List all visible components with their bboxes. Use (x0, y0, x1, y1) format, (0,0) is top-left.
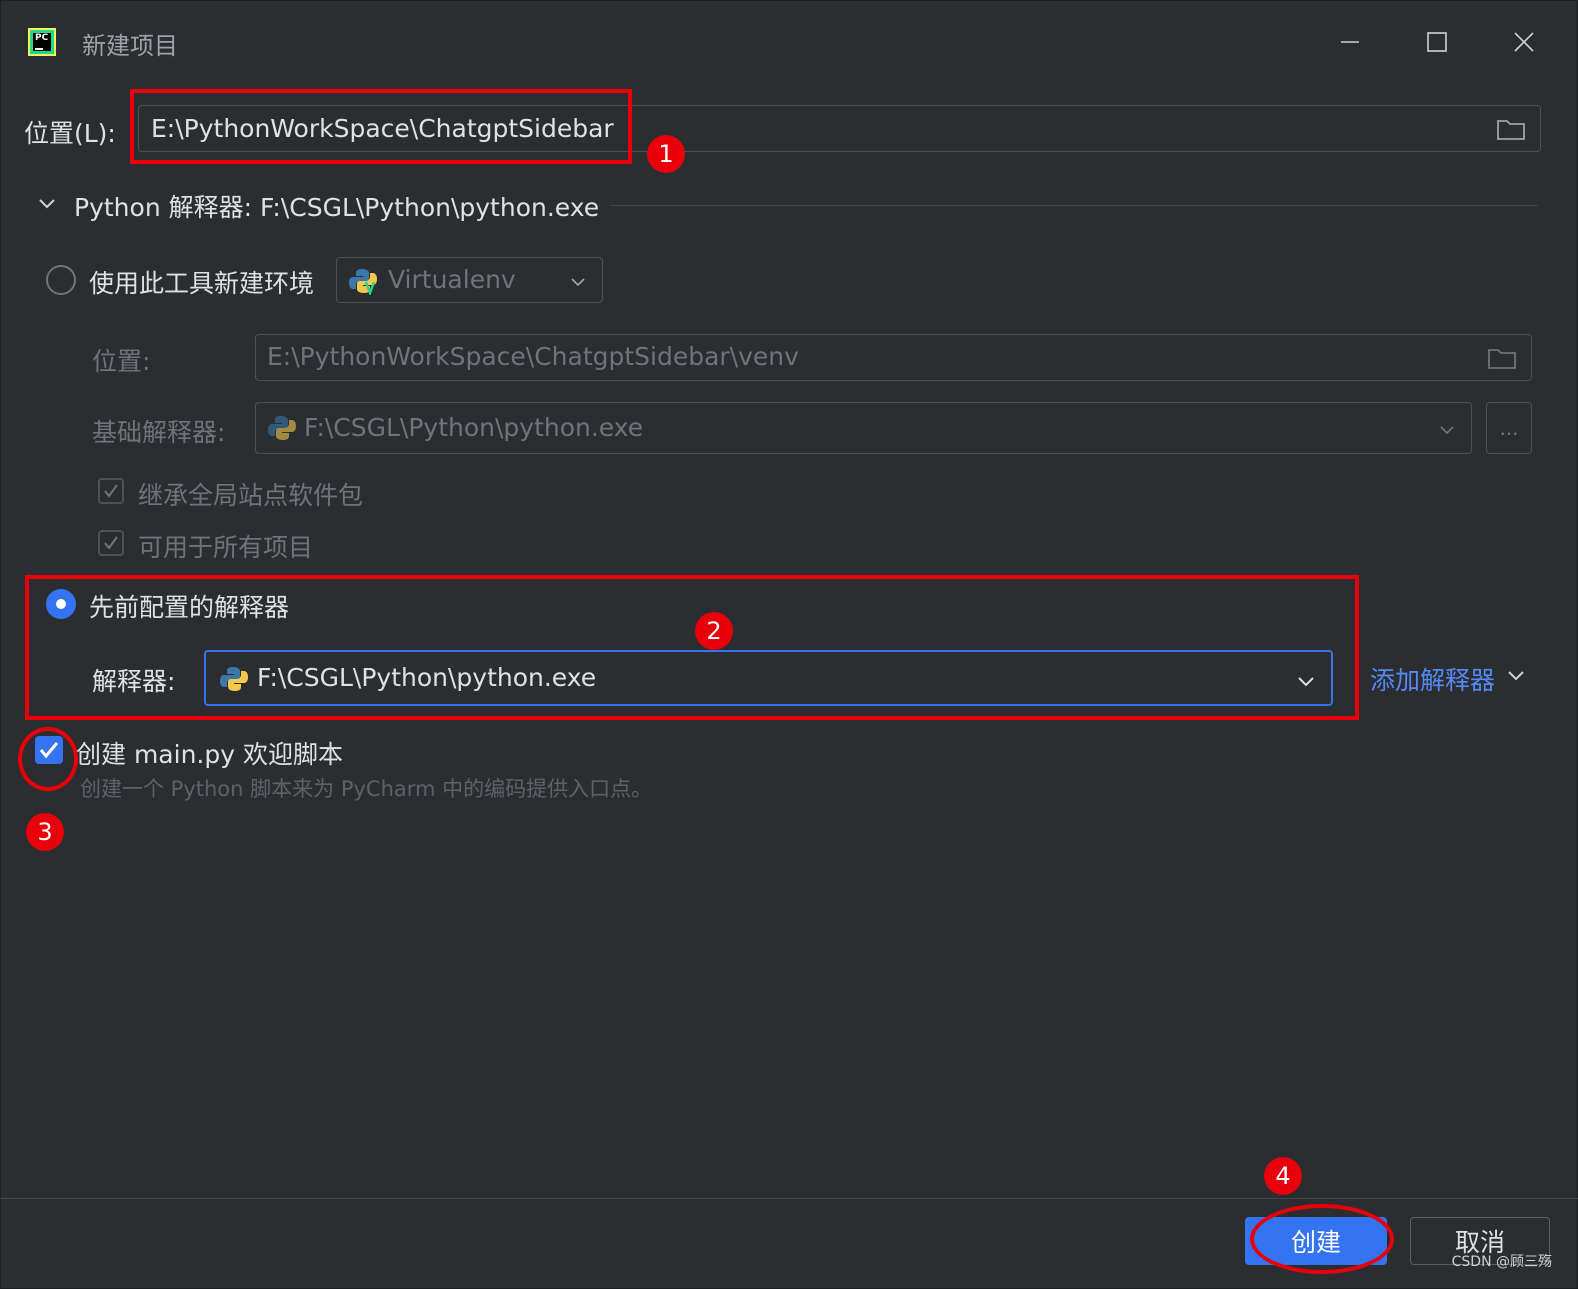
available-all-projects-label: 可用于所有项目 (138, 533, 314, 562)
virtualenv-python-icon (349, 269, 377, 295)
inherit-packages-checkbox[interactable] (98, 478, 124, 504)
folder-icon[interactable] (1496, 117, 1526, 141)
browse-label: ... (1499, 416, 1519, 440)
inherit-packages-label: 继承全局站点软件包 (138, 481, 364, 510)
python-icon (268, 416, 296, 440)
close-icon (1514, 32, 1534, 52)
base-interpreter-value: F:\CSGL\Python\python.exe (304, 413, 644, 442)
section-divider (610, 205, 1538, 206)
interpreter-section-header[interactable]: Python 解释器: F:\CSGL\Python\python.exe (74, 188, 599, 224)
annotation-box-1 (130, 89, 632, 164)
minimize-button[interactable] (1328, 20, 1372, 64)
maximize-button[interactable] (1415, 20, 1459, 64)
new-env-radio-label: 使用此工具新建环境 (89, 269, 315, 298)
chevron-down-icon (571, 278, 585, 287)
add-interpreter-link[interactable]: 添加解释器 (1370, 661, 1495, 697)
location-label: 位置(L): (24, 119, 116, 148)
welcome-script-description: 创建一个 Python 脚本来为 PyCharm 中的编码提供入口点。 (80, 777, 653, 801)
folder-icon[interactable] (1487, 346, 1517, 370)
annotation-badge-3: 3 (26, 813, 64, 851)
footer-divider (0, 1198, 1578, 1199)
new-env-radio[interactable] (46, 265, 76, 295)
annotation-circle-3 (18, 727, 78, 791)
annotation-badge-1: 1 (647, 135, 685, 173)
pycharm-logo-icon: PC (28, 28, 56, 56)
annotation-badge-4: 4 (1264, 1157, 1302, 1195)
minimize-icon (1341, 41, 1359, 43)
window-title: 新建项目 (82, 32, 178, 60)
annotation-box-2 (25, 575, 1359, 720)
chevron-down-icon[interactable] (1506, 666, 1526, 686)
venv-location-label: 位置: (92, 347, 151, 376)
env-tool-value: Virtualenv (388, 265, 516, 294)
available-all-projects-checkbox[interactable] (98, 530, 124, 556)
chevron-down-icon[interactable] (37, 194, 57, 214)
maximize-icon (1427, 32, 1447, 52)
base-interpreter-select[interactable]: F:\CSGL\Python\python.exe (255, 402, 1472, 454)
env-tool-select[interactable]: Virtualenv (336, 257, 603, 303)
chevron-down-icon (1440, 426, 1454, 435)
venv-location-input[interactable]: E:\PythonWorkSpace\ChatgptSidebar\venv (255, 334, 1532, 381)
annotation-badge-2: 2 (695, 612, 733, 650)
check-icon (104, 536, 118, 550)
annotation-circle-4 (1250, 1204, 1394, 1274)
watermark-text: CSDN @顾三殇 (1451, 1254, 1552, 1270)
close-button[interactable] (1502, 20, 1546, 64)
venv-location-value: E:\PythonWorkSpace\ChatgptSidebar\venv (267, 342, 799, 371)
browse-interpreter-button[interactable]: ... (1486, 402, 1532, 454)
create-welcome-script-label: 创建 main.py 欢迎脚本 (76, 740, 343, 769)
check-icon (104, 484, 118, 498)
base-interpreter-label: 基础解释器: (92, 418, 226, 447)
